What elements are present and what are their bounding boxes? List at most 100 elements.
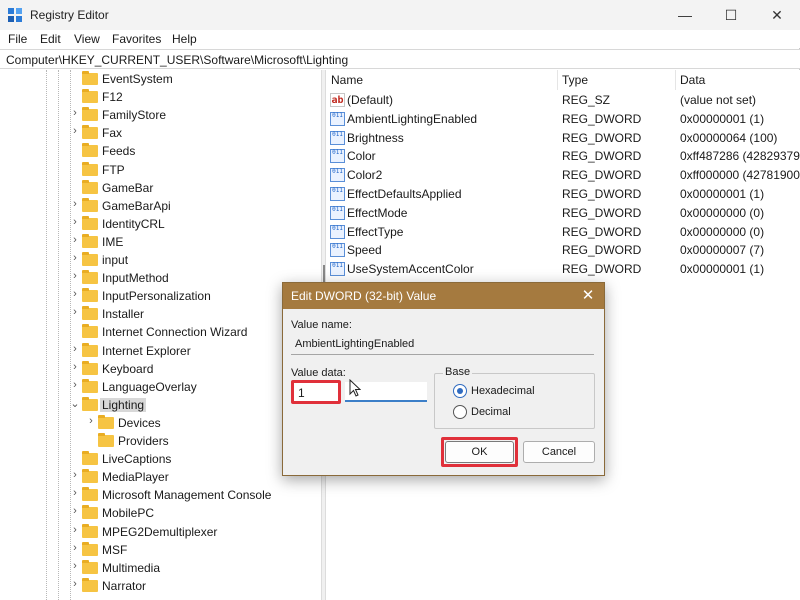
tree-item-label[interactable]: LanguageOverlay: [102, 380, 197, 394]
tree-item-label[interactable]: MobilePC: [102, 506, 154, 520]
tree-item-label[interactable]: Providers: [118, 434, 169, 448]
tree-item[interactable]: › MPEG2Demultiplexer: [0, 523, 320, 541]
tree-item-label[interactable]: MSF: [102, 543, 127, 557]
tree-item-label[interactable]: MediaPlayer: [102, 470, 169, 484]
tree-item-label[interactable]: IdentityCRL: [102, 217, 165, 231]
chevron-right-icon[interactable]: ›: [70, 288, 80, 300]
tree-item-label[interactable]: InputPersonalization: [102, 289, 211, 303]
chevron-right-icon[interactable]: ›: [70, 505, 80, 517]
tree-item-label[interactable]: input: [102, 253, 128, 267]
tree-item[interactable]: › MobilePC: [0, 504, 320, 522]
value-row[interactable]: 011 EffectType REG_DWORD 0x00000000 (0): [327, 223, 800, 241]
chevron-right-icon[interactable]: ›: [86, 415, 96, 427]
tree-item[interactable]: › Fax: [0, 124, 320, 142]
value-row[interactable]: 011 AmbientLightingEnabled REG_DWORD 0x0000…: [327, 110, 800, 128]
tree-item[interactable]: › Installer: [0, 305, 320, 323]
tree-item-label[interactable]: Devices: [118, 416, 161, 430]
menu-view[interactable]: View: [74, 32, 100, 46]
tree-item[interactable]: › MSF: [0, 541, 320, 559]
chevron-right-icon[interactable]: ›: [70, 560, 80, 572]
tree-item-label[interactable]: InputMethod: [102, 271, 169, 285]
tree-item[interactable]: › Internet Explorer: [0, 342, 320, 360]
value-row[interactable]: 011 Color2 REG_DWORD 0xff000000 (42781900: [327, 166, 800, 184]
menu-edit[interactable]: Edit: [40, 32, 61, 46]
column-header-name[interactable]: Name: [327, 70, 558, 90]
chevron-down-icon[interactable]: ⌄: [70, 397, 80, 410]
value-row[interactable]: 011 Brightness REG_DWORD 0x00000064 (100): [327, 129, 800, 147]
tree-item-label[interactable]: Lighting: [100, 397, 147, 412]
tree-item[interactable]: ⌄ Lighting: [0, 396, 320, 414]
value-row[interactable]: 011 EffectMode REG_DWORD 0x00000000 (0): [327, 204, 800, 222]
tree-item-label[interactable]: Internet Connection Wizard: [102, 325, 247, 339]
chevron-right-icon[interactable]: ›: [70, 578, 80, 590]
value-row[interactable]: 011 Color REG_DWORD 0xff487286 (42829379: [327, 147, 800, 165]
tree-item-label[interactable]: Microsoft Management Console: [102, 488, 271, 502]
decimal-radio[interactable]: [453, 405, 467, 419]
dialog-close-button[interactable]: ✕: [578, 286, 598, 306]
chevron-right-icon[interactable]: ›: [70, 234, 80, 246]
chevron-right-icon[interactable]: ›: [70, 542, 80, 554]
value-row[interactable]: 011 EffectDefaultsApplied REG_DWORD 0x00000…: [327, 185, 800, 203]
tree-item[interactable]: › Devices: [0, 414, 320, 432]
decimal-label[interactable]: Decimal: [471, 406, 511, 418]
tree-item-label[interactable]: LiveCaptions: [102, 452, 171, 466]
tree-item-label[interactable]: MPEG2Demultiplexer: [102, 525, 217, 539]
tree-item[interactable]: › IdentityCRL: [0, 215, 320, 233]
tree-item[interactable]: FTP: [0, 161, 320, 179]
tree-item[interactable]: EventSystem: [0, 70, 320, 88]
value-row[interactable]: ab (Default) REG_SZ (value not set): [327, 91, 800, 109]
tree-item[interactable]: › Keyboard: [0, 360, 320, 378]
tree-item-label[interactable]: IME: [102, 235, 123, 249]
chevron-right-icon[interactable]: ›: [70, 343, 80, 355]
column-header-data[interactable]: Data: [676, 70, 800, 90]
tree-item[interactable]: › InputMethod: [0, 269, 320, 287]
chevron-right-icon[interactable]: ›: [70, 107, 80, 119]
chevron-right-icon[interactable]: ›: [70, 469, 80, 481]
tree-item-label[interactable]: GameBar: [102, 181, 153, 195]
tree-item[interactable]: › GameBarApi: [0, 197, 320, 215]
chevron-right-icon[interactable]: ›: [70, 524, 80, 536]
tree-item-label[interactable]: EventSystem: [102, 72, 173, 86]
chevron-right-icon[interactable]: ›: [70, 216, 80, 228]
value-row[interactable]: 011 UseSystemAccentColor REG_DWORD 0x000000…: [327, 260, 800, 278]
chevron-right-icon[interactable]: ›: [70, 487, 80, 499]
tree-item-label[interactable]: FamilyStore: [102, 108, 166, 122]
tree-item[interactable]: › InputPersonalization: [0, 287, 320, 305]
value-data-input[interactable]: 1: [291, 380, 341, 404]
menu-file[interactable]: File: [8, 32, 27, 46]
tree-item[interactable]: › input: [0, 251, 320, 269]
tree-item[interactable]: › Multimedia: [0, 559, 320, 577]
chevron-right-icon[interactable]: ›: [70, 361, 80, 373]
tree-item-label[interactable]: GameBarApi: [102, 199, 171, 213]
tree-item-label[interactable]: FTP: [102, 163, 125, 177]
chevron-right-icon[interactable]: ›: [70, 306, 80, 318]
minimize-button[interactable]: —: [662, 0, 708, 30]
tree-item[interactable]: Internet Connection Wizard: [0, 323, 320, 341]
tree-item[interactable]: › Microsoft Management Console: [0, 486, 320, 504]
cancel-button[interactable]: Cancel: [523, 441, 595, 463]
column-header-type[interactable]: Type: [558, 70, 676, 90]
maximize-button[interactable]: ☐: [708, 0, 754, 30]
tree-item[interactable]: › IME: [0, 233, 320, 251]
tree-item-label[interactable]: Feeds: [102, 144, 135, 158]
tree-item-label[interactable]: Keyboard: [102, 362, 153, 376]
hexadecimal-radio[interactable]: [453, 384, 467, 398]
ok-button[interactable]: OK: [445, 441, 514, 463]
chevron-right-icon[interactable]: ›: [70, 270, 80, 282]
tree-item-label[interactable]: Narrator: [102, 579, 146, 593]
menu-help[interactable]: Help: [172, 32, 197, 46]
address-bar[interactable]: Computer\HKEY_CURRENT_USER\Software\Micr…: [0, 49, 800, 69]
menu-favorites[interactable]: Favorites: [112, 32, 161, 46]
close-button[interactable]: ✕: [754, 0, 800, 30]
chevron-right-icon[interactable]: ›: [70, 125, 80, 137]
chevron-right-icon[interactable]: ›: [70, 198, 80, 210]
tree-item[interactable]: › Narrator: [0, 577, 320, 595]
chevron-right-icon[interactable]: ›: [70, 252, 80, 264]
tree-item[interactable]: Feeds: [0, 142, 320, 160]
tree-item-label[interactable]: F12: [102, 90, 123, 104]
tree-item-label[interactable]: Multimedia: [102, 561, 160, 575]
tree-item[interactable]: › MediaPlayer: [0, 468, 320, 486]
chevron-right-icon[interactable]: ›: [70, 379, 80, 391]
tree-item[interactable]: Providers: [0, 432, 320, 450]
tree-item[interactable]: › FamilyStore: [0, 106, 320, 124]
